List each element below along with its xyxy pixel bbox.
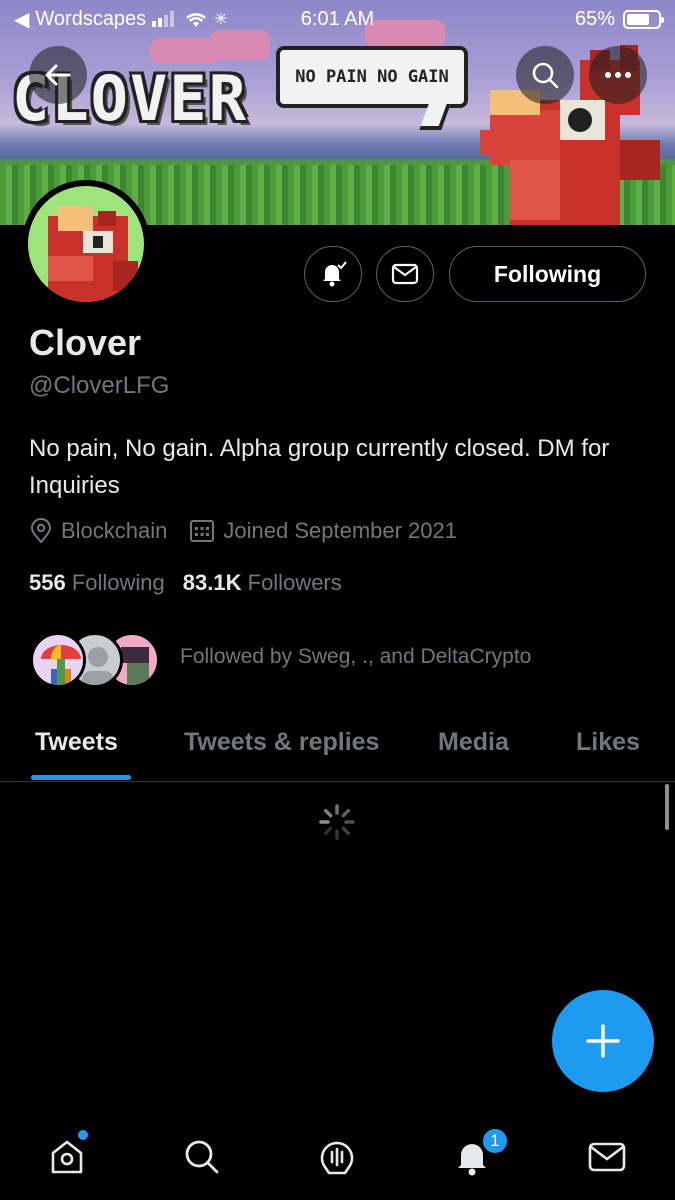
battery-percent: 65%	[574, 7, 615, 30]
profile-bio: No pain, No gain. Alpha group currently …	[29, 435, 610, 499]
followers-count: 83.1K	[182, 570, 242, 595]
follower-avatar-sweg[interactable]	[30, 632, 86, 688]
mail-icon	[391, 263, 419, 285]
tab-media[interactable]: Media	[438, 728, 509, 757]
profile-name: Clover	[29, 322, 142, 363]
notifications-bell-button[interactable]	[304, 246, 362, 302]
banner-speech-bubble: NO PAIN NO GAIN	[276, 46, 468, 108]
scrollbar[interactable]	[665, 784, 669, 830]
back-arrow-small-icon[interactable]: ◀	[14, 7, 29, 32]
loading-spinner-icon	[319, 804, 355, 840]
nav-messages[interactable]	[582, 1132, 632, 1182]
search-button[interactable]	[516, 46, 574, 104]
arrow-left-icon	[45, 64, 71, 86]
tab-tweets[interactable]: Tweets	[35, 728, 118, 757]
search-icon	[185, 1140, 219, 1174]
active-tab-indicator	[31, 775, 131, 780]
status-bar: ◀ Wordscapes ✳ 6:01 AM 65%	[0, 0, 675, 38]
bell-check-icon	[323, 261, 347, 287]
compose-tweet-button[interactable]	[552, 990, 654, 1092]
followers-label: Followers	[247, 570, 342, 595]
following-label: Following	[71, 570, 165, 595]
follow-counts: 556 Following 83.1K Followers	[29, 570, 342, 596]
profile-location: Blockchain	[61, 518, 168, 543]
notifications-badge: 1	[481, 1127, 509, 1155]
tab-tweets-replies[interactable]: Tweets & replies	[184, 728, 379, 757]
profile-meta: Blockchain Joined September 2021	[29, 518, 457, 544]
wifi-icon	[186, 13, 207, 27]
battery-icon	[623, 9, 664, 29]
nav-spaces[interactable]	[312, 1132, 362, 1182]
status-back-app[interactable]: Wordscapes	[35, 8, 146, 31]
home-unread-dot	[78, 1130, 88, 1140]
following-count: 556	[29, 570, 66, 595]
more-button[interactable]	[589, 46, 647, 104]
back-button[interactable]	[29, 46, 87, 104]
following-link[interactable]: 556 Following	[29, 570, 165, 596]
cellular-signal-icon	[152, 11, 175, 27]
message-button[interactable]	[376, 246, 434, 302]
home-icon	[51, 1140, 83, 1174]
location-pin-icon	[30, 518, 52, 544]
bottom-nav	[0, 1110, 675, 1200]
profile-avatar[interactable]	[22, 180, 150, 308]
following-button[interactable]: Following	[449, 246, 646, 302]
tab-likes[interactable]: Likes	[576, 728, 640, 757]
nav-search[interactable]	[177, 1132, 227, 1182]
more-dots-icon	[605, 72, 631, 78]
calendar-icon	[190, 520, 215, 542]
profile-tabs: Tweets Tweets & replies Media Likes	[0, 710, 675, 782]
search-icon	[532, 62, 559, 89]
followers-link[interactable]: 83.1K Followers	[183, 570, 342, 596]
activity-spinner-icon: ✳	[214, 11, 228, 28]
followed-by-text[interactable]: Followed by Sweg, ., and DeltaCrypto	[180, 645, 531, 669]
mail-icon	[588, 1142, 626, 1172]
profile-handle: @CloverLFG	[29, 372, 170, 399]
plus-icon	[586, 1024, 620, 1058]
profile-joined: Joined September 2021	[223, 518, 458, 543]
spaces-icon	[320, 1141, 354, 1175]
avatar-dragon-art	[48, 206, 138, 302]
